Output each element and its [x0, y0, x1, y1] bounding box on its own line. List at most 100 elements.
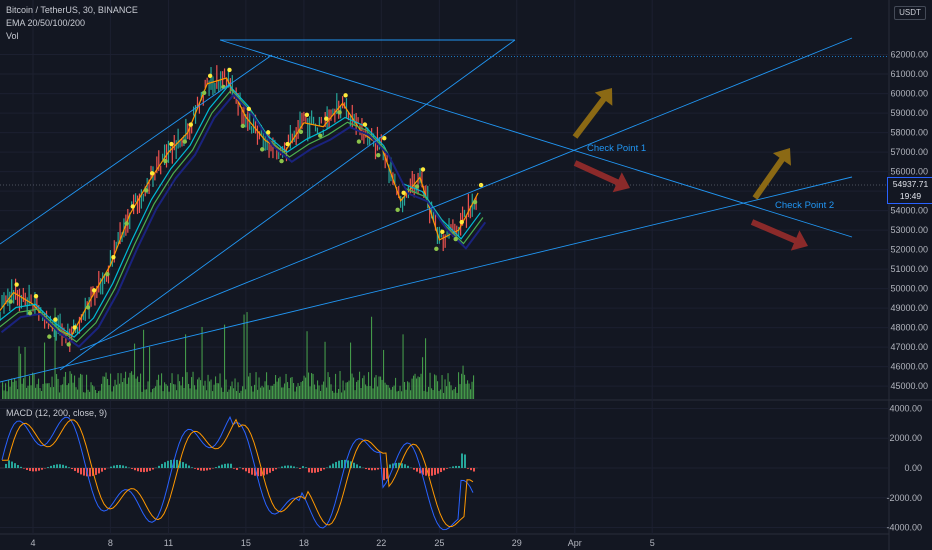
signal-dot [207, 73, 213, 79]
volume-bar [174, 384, 176, 399]
signal-dot [182, 139, 187, 144]
volume-bar [101, 383, 103, 399]
macd-hist-bar [377, 468, 379, 470]
macd-hist-bar [215, 467, 217, 468]
volume-bar [161, 373, 163, 399]
volume-bar [11, 378, 13, 399]
signal-dot [149, 171, 155, 176]
volume-bar [317, 380, 319, 399]
macd-hist-bar [239, 467, 241, 468]
macd-hist-bar [95, 468, 97, 475]
volume-bar [221, 387, 223, 399]
volume-bar [464, 374, 466, 399]
volume-bar [372, 388, 374, 399]
volume-bar [458, 372, 460, 399]
volume-bar [308, 372, 310, 399]
volume-bar [362, 378, 364, 399]
macd-hist-bar [353, 462, 355, 468]
volume-bar [41, 391, 43, 399]
volume-bar [92, 385, 94, 399]
signal-dot [434, 246, 439, 252]
volume-bar [263, 387, 265, 399]
currency-badge[interactable]: USDT [894, 6, 926, 20]
volume-bar [99, 390, 101, 399]
volume-bar [207, 374, 209, 399]
volume-bar [329, 377, 331, 399]
volume-bar [45, 383, 47, 399]
macd-tick-label: 4000.00 [889, 403, 922, 413]
macd-hist-bar [413, 468, 415, 470]
volume-bar [18, 346, 20, 399]
volume-bar [416, 378, 418, 399]
chart-canvas[interactable]: 62000.00 61000.00 60000.00 59000.00 58000.00… [0, 0, 932, 550]
volume-bar [197, 379, 199, 399]
volume-bar [401, 391, 403, 399]
volume-bar [414, 373, 416, 399]
macd-hist-bar [221, 464, 223, 468]
ema-line-20 [0, 77, 479, 337]
macd-hist-bar [197, 468, 199, 470]
macd-hist-bar [23, 468, 25, 469]
volume-bar [47, 383, 49, 399]
price-tick-label: 52000.00 [890, 245, 928, 255]
macd-hist-bar [473, 468, 475, 472]
volume-bar [225, 379, 227, 399]
signal-dot [304, 112, 310, 118]
macd-hist-bar [32, 468, 34, 472]
volume-bar [311, 373, 313, 399]
volume-bar [60, 385, 62, 399]
signal-dot [298, 129, 304, 135]
signal-dot [227, 67, 232, 73]
volume-bar [233, 388, 235, 399]
volume-bar [216, 383, 218, 399]
volume-bar [360, 387, 362, 399]
signal-dot [85, 305, 91, 310]
macd-hist-bar [299, 468, 301, 469]
macd-hist-bar [224, 463, 226, 468]
volume-bar [357, 380, 359, 399]
volume-bar [255, 372, 257, 399]
volume-bar [219, 373, 221, 399]
volume-bar [168, 391, 170, 399]
signal-dot [343, 93, 348, 98]
volume-bar [176, 390, 178, 399]
volume-bar [132, 374, 134, 399]
volume-bar [138, 381, 140, 399]
macd-hist-bar [176, 459, 178, 468]
macd-hist-bar [80, 468, 82, 475]
macd-hist-bar [389, 464, 391, 468]
macd-hist-bar [236, 468, 238, 470]
volume-bar [461, 373, 463, 399]
volume-bar [95, 389, 97, 399]
volume-bar [273, 383, 275, 399]
volume-bar [213, 384, 215, 399]
macd-hist-bar [146, 468, 148, 472]
volume-bar [186, 372, 188, 399]
volume-bar [468, 383, 470, 399]
volume-bar [368, 372, 370, 399]
date-tick-label: 15 [241, 538, 251, 548]
volume-bar [267, 385, 269, 399]
macd-hist-bar [185, 463, 187, 468]
volume-bar [179, 381, 181, 399]
macd-tick-label: 2000.00 [889, 433, 922, 443]
volume-bar [21, 383, 23, 399]
macd-hist-bar [191, 467, 193, 468]
macd-hist-bar [164, 462, 166, 468]
volume-bar [57, 378, 59, 399]
price-tick-label: 49000.00 [890, 303, 928, 313]
volume-bar [381, 379, 383, 399]
macd-hist-bar [50, 465, 52, 468]
volume-bar [90, 382, 92, 399]
macd-hist-bar [227, 463, 229, 468]
macd-hist-bar [287, 465, 289, 468]
volume-bar [321, 384, 323, 399]
volume-bar [245, 389, 247, 399]
volume-bar [150, 392, 152, 399]
volume-bar [24, 346, 26, 399]
macd-hist-bar [74, 468, 76, 471]
volume-bar [422, 357, 424, 399]
volume-bar [137, 376, 139, 399]
volume-bar [27, 385, 29, 399]
signal-dot [47, 334, 52, 339]
